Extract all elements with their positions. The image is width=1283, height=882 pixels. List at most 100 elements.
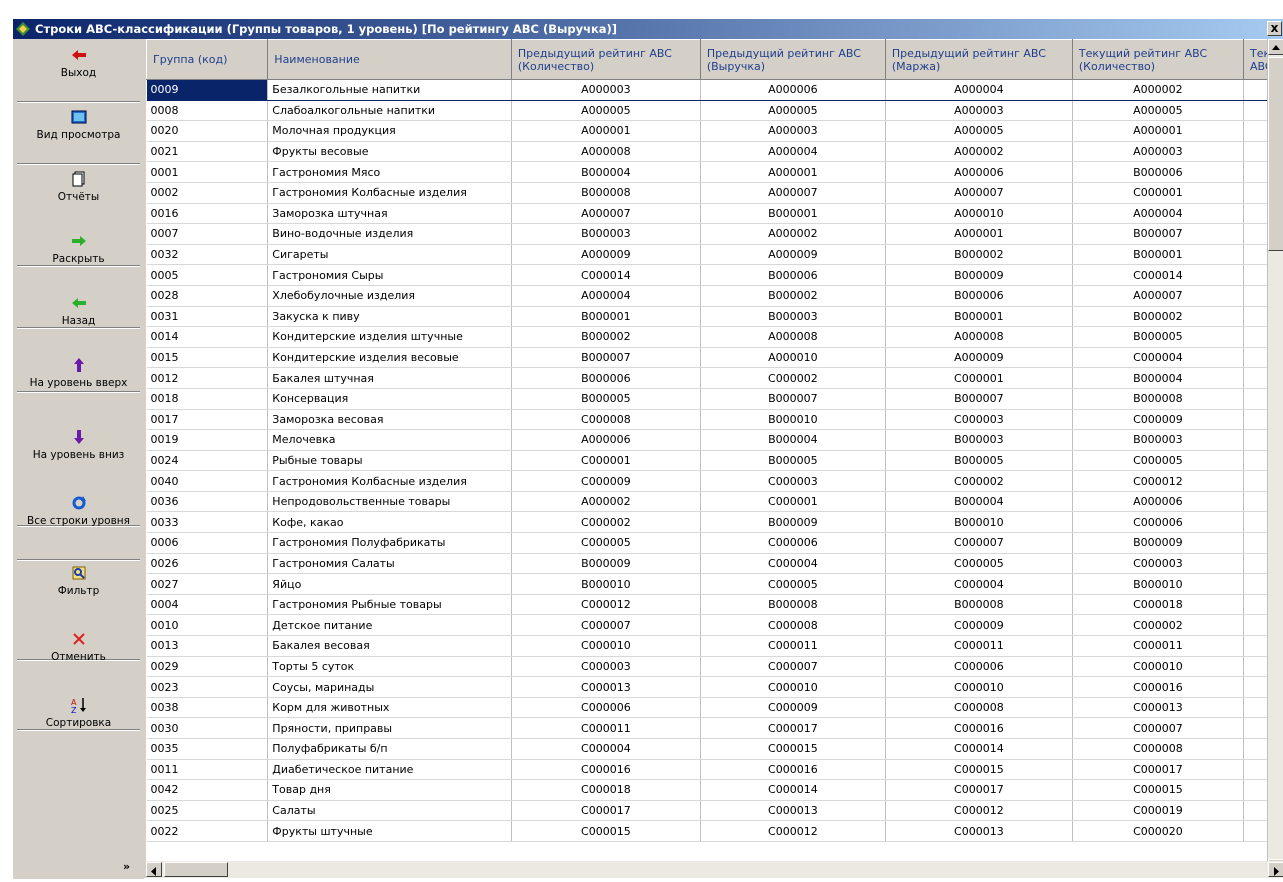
rating-cell[interactable]: C000008 <box>1072 739 1243 760</box>
column-header[interactable]: Предыдущий рейтинг ABC (Выручка) <box>700 40 885 80</box>
group-name-cell[interactable]: Гастрономия Колбасные изделия <box>268 471 512 492</box>
group-name-cell[interactable]: Безалкогольные напитки <box>268 80 512 101</box>
group-name-cell[interactable]: Мелочевка <box>268 430 512 451</box>
rating-cell[interactable]: A000001 <box>1072 121 1243 142</box>
group-name-cell[interactable]: Детское питание <box>268 615 512 636</box>
rating-cell[interactable]: C000009 <box>700 697 885 718</box>
table-row[interactable]: 0011Диабетическое питаниеC000016C000016C… <box>147 759 1283 780</box>
table-row[interactable]: 0027ЯйцоB000010C000005C000004B000010 <box>147 574 1283 595</box>
toolbar-button-4[interactable]: Назад <box>13 295 144 328</box>
table-row[interactable]: 0015Кондитерские изделия весовыеB000007A… <box>147 347 1283 368</box>
rating-cell[interactable]: B000001 <box>885 306 1072 327</box>
group-name-cell[interactable]: Товар дня <box>268 780 512 801</box>
group-code-cell[interactable]: 0007 <box>147 224 268 245</box>
group-code-cell[interactable]: 0016 <box>147 203 268 224</box>
rating-cell[interactable]: C000014 <box>1072 265 1243 286</box>
rating-cell[interactable]: A000006 <box>700 80 885 101</box>
group-name-cell[interactable]: Торты 5 суток <box>268 656 512 677</box>
more-tools-chevron-icon[interactable]: » <box>123 860 130 873</box>
rating-cell[interactable]: A000010 <box>885 203 1072 224</box>
data-grid[interactable]: Группа (код)НаименованиеПредыдущий рейти… <box>146 39 1283 875</box>
rating-cell[interactable]: C000003 <box>885 409 1072 430</box>
group-code-cell[interactable]: 0008 <box>147 100 268 121</box>
vertical-scroll-thumb[interactable] <box>1268 57 1283 251</box>
rating-cell[interactable]: C000012 <box>885 800 1072 821</box>
rating-cell[interactable]: A000005 <box>511 100 700 121</box>
group-code-cell[interactable]: 0028 <box>147 285 268 306</box>
rating-cell[interactable]: B000008 <box>511 182 700 203</box>
rating-cell[interactable]: B000005 <box>700 450 885 471</box>
rating-cell[interactable]: A000001 <box>511 121 700 142</box>
rating-cell[interactable]: A000007 <box>885 182 1072 203</box>
rating-cell[interactable]: A000002 <box>700 224 885 245</box>
rating-cell[interactable]: A000003 <box>511 80 700 101</box>
group-name-cell[interactable]: Вино-водочные изделия <box>268 224 512 245</box>
rating-cell[interactable]: A000002 <box>511 491 700 512</box>
rating-cell[interactable]: C000002 <box>511 512 700 533</box>
group-code-cell[interactable]: 0040 <box>147 471 268 492</box>
rating-cell[interactable]: A000004 <box>700 141 885 162</box>
rating-cell[interactable]: C000015 <box>700 739 885 760</box>
rating-cell[interactable]: B000006 <box>511 368 700 389</box>
table-row[interactable]: 0042Товар дняC000018C000014C000017C00001… <box>147 780 1283 801</box>
column-header[interactable]: Группа (код) <box>147 40 268 80</box>
group-name-cell[interactable]: Гастрономия Мясо <box>268 162 512 183</box>
rating-cell[interactable]: A000007 <box>700 182 885 203</box>
scroll-up-button[interactable] <box>1268 39 1283 55</box>
rating-cell[interactable]: B000007 <box>1072 224 1243 245</box>
group-code-cell[interactable]: 0032 <box>147 244 268 265</box>
rating-cell[interactable]: C000004 <box>511 739 700 760</box>
rating-cell[interactable]: A000006 <box>511 430 700 451</box>
group-code-cell[interactable]: 0011 <box>147 759 268 780</box>
toolbar-button-10[interactable]: AZСортировка <box>13 697 144 730</box>
rating-cell[interactable]: C000012 <box>1072 471 1243 492</box>
group-code-cell[interactable]: 0033 <box>147 512 268 533</box>
table-row[interactable]: 0040Гастрономия Колбасные изделияC000009… <box>147 471 1283 492</box>
group-name-cell[interactable]: Слабоалкогольные напитки <box>268 100 512 121</box>
rating-cell[interactable]: A000005 <box>1072 100 1243 121</box>
rating-cell[interactable]: A000003 <box>700 121 885 142</box>
rating-cell[interactable]: C000004 <box>700 553 885 574</box>
group-name-cell[interactable]: Пряности, приправы <box>268 718 512 739</box>
rating-cell[interactable]: C000002 <box>885 471 1072 492</box>
group-code-cell[interactable]: 0004 <box>147 594 268 615</box>
rating-cell[interactable]: B000009 <box>511 553 700 574</box>
rating-cell[interactable]: B000002 <box>511 327 700 348</box>
rating-cell[interactable]: B000010 <box>511 574 700 595</box>
rating-cell[interactable]: C000020 <box>1072 821 1243 842</box>
rating-cell[interactable]: C000012 <box>700 821 885 842</box>
rating-cell[interactable]: C000017 <box>885 780 1072 801</box>
table-row[interactable]: 0009Безалкогольные напиткиA000003A000006… <box>147 80 1283 101</box>
table-row[interactable]: 0005Гастрономия СырыC000014B000006B00000… <box>147 265 1283 286</box>
rating-cell[interactable]: C000003 <box>511 656 700 677</box>
rating-cell[interactable]: C000015 <box>1072 780 1243 801</box>
group-name-cell[interactable]: Бакалея весовая <box>268 636 512 657</box>
table-row[interactable]: 0006Гастрономия ПолуфабрикатыC000005C000… <box>147 533 1283 554</box>
table-row[interactable]: 0032СигаретыA000009A000009B000002B000001 <box>147 244 1283 265</box>
rating-cell[interactable]: C000013 <box>511 677 700 698</box>
rating-cell[interactable]: C000007 <box>511 615 700 636</box>
rating-cell[interactable]: B000005 <box>885 450 1072 471</box>
group-name-cell[interactable]: Сигареты <box>268 244 512 265</box>
table-row[interactable]: 0019МелочевкаA000006B000004B000003B00000… <box>147 430 1283 451</box>
rating-cell[interactable]: C000010 <box>1072 656 1243 677</box>
rating-cell[interactable]: C000008 <box>511 409 700 430</box>
rating-cell[interactable]: B000005 <box>511 388 700 409</box>
rating-cell[interactable]: C000004 <box>885 574 1072 595</box>
rating-cell[interactable]: C000017 <box>1072 759 1243 780</box>
group-code-cell[interactable]: 0027 <box>147 574 268 595</box>
group-code-cell[interactable]: 0019 <box>147 430 268 451</box>
rating-cell[interactable]: A000009 <box>700 244 885 265</box>
rating-cell[interactable]: C000016 <box>885 718 1072 739</box>
rating-cell[interactable]: C000011 <box>700 636 885 657</box>
rating-cell[interactable]: A000002 <box>885 141 1072 162</box>
rating-cell[interactable]: C000010 <box>700 677 885 698</box>
table-row[interactable]: 0017Заморозка весоваяC000008B000010C0000… <box>147 409 1283 430</box>
table-row[interactable]: 0024Рыбные товарыC000001B000005B000005C0… <box>147 450 1283 471</box>
table-row[interactable]: 0016Заморозка штучнаяA000007B000001A0000… <box>147 203 1283 224</box>
rating-cell[interactable]: C000006 <box>1072 512 1243 533</box>
rating-cell[interactable]: B000006 <box>700 265 885 286</box>
rating-cell[interactable]: B000003 <box>700 306 885 327</box>
group-code-cell[interactable]: 0018 <box>147 388 268 409</box>
rating-cell[interactable]: C000007 <box>1072 718 1243 739</box>
